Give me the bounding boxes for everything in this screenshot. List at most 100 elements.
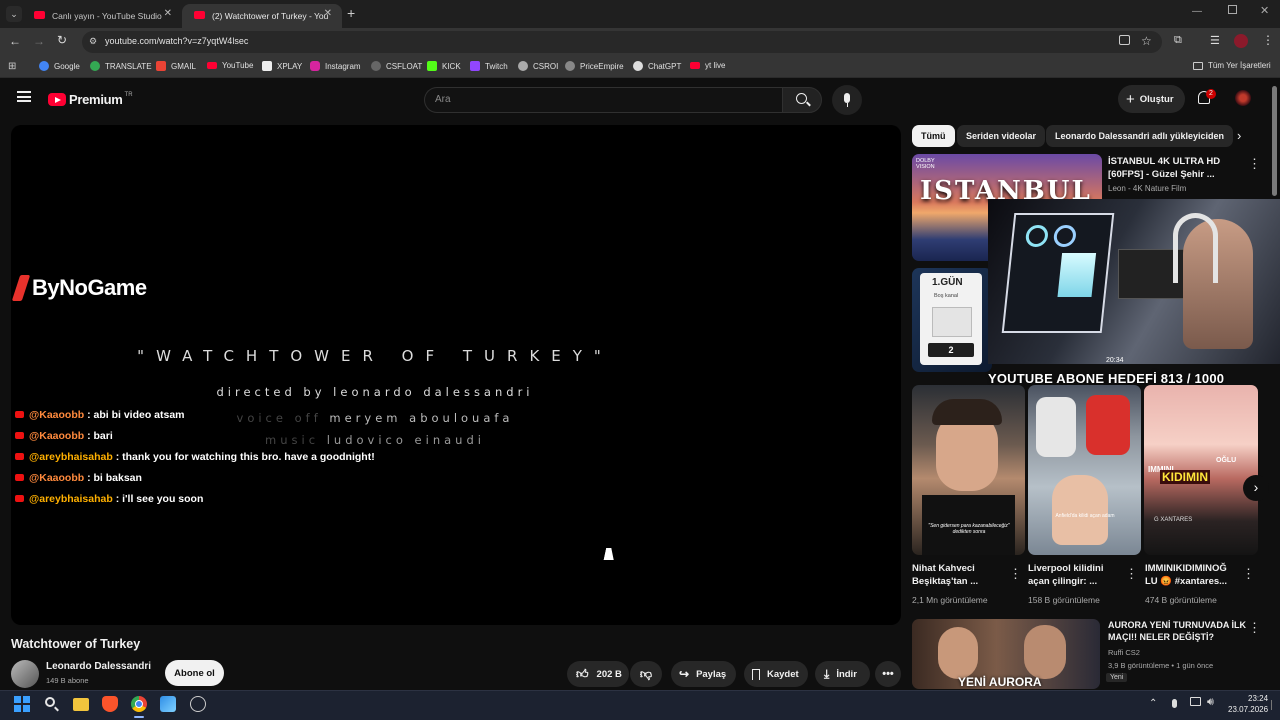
bookmark-chatgpt[interactable]: ChatGPT [633, 61, 681, 71]
bookmark-priceempire[interactable]: PriceEmpire [565, 61, 624, 71]
priceempire-icon [565, 61, 575, 71]
close-icon[interactable]: ✕ [164, 8, 172, 19]
download-button[interactable]: ⤓ İndir [815, 661, 870, 687]
tab-search-icon[interactable]: ⌄ [6, 6, 22, 22]
short-thumbnail[interactable]: "Sen gidersen para kazanabileceğiz" dedi… [912, 385, 1025, 555]
share-button[interactable]: ↪ Paylaş [671, 661, 736, 687]
save-button[interactable]: Kaydet [744, 661, 808, 687]
tab-youtube-studio[interactable]: Canlı yayın - YouTube Studio ✕ [22, 4, 182, 28]
chip-all[interactable]: Tümü [912, 125, 955, 147]
video-title[interactable]: AURORA YENİ TURNUVADA İLK MAÇI!! NELER DE… [1108, 619, 1246, 643]
chevron-right-icon[interactable]: › [1237, 128, 1241, 143]
second-thumbnail[interactable]: 1.GÜN Boş kanal 2 [912, 268, 992, 372]
more-vert-icon[interactable] [1248, 620, 1261, 636]
dislike-button[interactable]: 👎︎ [630, 661, 662, 687]
short-title[interactable]: IMMINIKIDIMINOĞ LU 😡 #xantares... [1145, 562, 1227, 588]
profile-avatar[interactable] [1234, 34, 1248, 48]
photos-app-icon[interactable] [160, 696, 176, 712]
bookmark-translate[interactable]: TRANSLATE [90, 61, 152, 71]
video-player[interactable]: ByNoGame "WATCHTOWER OF TURKEY" directed… [11, 125, 901, 625]
new-tab-button[interactable]: + [347, 5, 355, 21]
chatgpt-icon [633, 61, 643, 71]
bookmark-google[interactable]: Google [39, 61, 80, 71]
network-icon[interactable] [1190, 697, 1201, 706]
reading-list-icon[interactable]: ☰ [1210, 34, 1220, 47]
voice-name: meryem aboulouafa [329, 411, 514, 425]
notification-center-icon[interactable] [1271, 700, 1275, 710]
youtube-icon [207, 62, 217, 69]
create-button[interactable]: + Oluştur [1118, 85, 1185, 113]
minimize-icon[interactable]: — [1192, 6, 1202, 17]
more-vert-icon[interactable] [1248, 156, 1261, 172]
forward-arrow-icon[interactable]: → [33, 34, 45, 48]
extensions-icon[interactable]: ⧉ [1174, 34, 1182, 47]
search-input[interactable]: Ara [424, 87, 782, 113]
bookmark-kick[interactable]: KICK [427, 61, 461, 71]
more-actions-button[interactable]: ••• [875, 661, 901, 687]
clock-time[interactable]: 23:24 [1248, 694, 1268, 703]
director-name: leonardo dalessandri [333, 385, 534, 399]
short-thumbnail[interactable]: Anfield'da kilidi açan adam [1028, 385, 1141, 555]
more-vert-icon[interactable] [1242, 566, 1255, 582]
youtube-chat-icon [15, 453, 24, 460]
youtube-premium-logo[interactable]: Premium TR [48, 92, 133, 107]
bookmark-youtube[interactable]: YouTube [207, 61, 253, 70]
day-label: 1.GÜN [932, 277, 963, 288]
all-bookmarks-folder[interactable]: Tüm Yer İşaretleri [1193, 61, 1271, 70]
microphone-icon[interactable] [1172, 699, 1177, 708]
channel-avatar[interactable] [11, 660, 39, 688]
search-icon[interactable] [44, 696, 60, 712]
brave-browser-icon[interactable] [102, 696, 118, 712]
volume-icon[interactable]: 🔊︎ [1207, 696, 1214, 709]
like-button[interactable]: 👍︎ 202 B [567, 661, 629, 687]
bynogame-logo: ByNoGame [11, 275, 147, 301]
reload-icon[interactable]: ↻ [57, 33, 67, 47]
menu-kebab-icon[interactable]: ⋮ [1262, 33, 1274, 47]
site-info-icon[interactable]: ⚙ [89, 36, 97, 47]
close-icon[interactable]: ✕ [324, 8, 332, 19]
create-label: Oluştur [1139, 93, 1174, 105]
chip-series-videos[interactable]: Seriden videolar [957, 125, 1046, 147]
bookmark-csfloat[interactable]: CSFLOAT [371, 61, 422, 71]
back-arrow-icon[interactable]: ← [9, 34, 21, 48]
twitch-icon [470, 61, 480, 71]
bookmark-star-icon[interactable]: ☆ [1141, 34, 1152, 48]
thumbnail-text: YENİ AURORA [958, 675, 1042, 689]
search-button[interactable] [782, 87, 822, 113]
account-avatar[interactable] [1235, 90, 1251, 106]
clock-date[interactable]: 23.07.2026 [1228, 705, 1268, 714]
steam-icon[interactable] [190, 696, 206, 712]
short-title[interactable]: Nihat Kahveci Beşiktaş'tan ... [912, 562, 978, 588]
bookmark-gmail[interactable]: GMAIL [156, 61, 196, 71]
short-title[interactable]: Liverpool kilidini açan çilingir: ... [1028, 562, 1103, 588]
shelf-next-button[interactable]: › [1243, 475, 1269, 501]
short-thumbnail[interactable]: OĞLU IMMINI KIDIMIN G XANTARES [1144, 385, 1258, 555]
chrome-icon[interactable] [131, 696, 147, 712]
guide-menu-icon[interactable] [17, 91, 31, 102]
apps-grid-icon[interactable]: ⊞ [8, 61, 16, 72]
aurora-thumbnail[interactable]: YENİ AURORA [912, 619, 1100, 689]
cast-icon[interactable] [1119, 35, 1130, 45]
chip-uploader[interactable]: Leonardo Dalessandri adlı yükleyiciden [1046, 125, 1234, 147]
tray-chevron-up-icon[interactable]: ⌃ [1149, 698, 1157, 709]
search-placeholder: Ara [435, 94, 451, 105]
file-explorer-icon[interactable] [73, 698, 89, 711]
short-views: 158 B görüntüleme [1028, 595, 1100, 605]
address-bar[interactable]: ⚙ youtube.com/watch?v=z7yqtW4lsec ☆ [82, 31, 1162, 53]
bookmark-csroi[interactable]: CSROI [518, 61, 558, 71]
video-title[interactable]: İSTANBUL 4K ULTRA HD [60FPS] - Güzel Şehi… [1108, 155, 1220, 181]
maximize-icon[interactable] [1228, 5, 1237, 14]
bookmark-instagram[interactable]: Instagram [310, 61, 361, 71]
more-vert-icon[interactable] [1009, 566, 1022, 582]
windows-start-icon[interactable] [14, 696, 30, 712]
more-vert-icon[interactable] [1125, 566, 1138, 582]
tab-watchtower[interactable]: (2) Watchtower of Turkey - You ✕ [182, 4, 342, 28]
bookmark-twitch[interactable]: Twitch [470, 61, 508, 71]
close-window-icon[interactable]: ✕ [1260, 4, 1269, 17]
subscribe-button[interactable]: Abone ol [165, 660, 224, 686]
voice-search-button[interactable] [832, 85, 862, 115]
page-scrollbar[interactable] [1272, 86, 1277, 196]
bookmark-xplay[interactable]: XPLAY [262, 61, 302, 71]
channel-name[interactable]: Leonardo Dalessandri [46, 661, 151, 672]
bookmark-yt-live[interactable]: yt live [690, 61, 725, 70]
